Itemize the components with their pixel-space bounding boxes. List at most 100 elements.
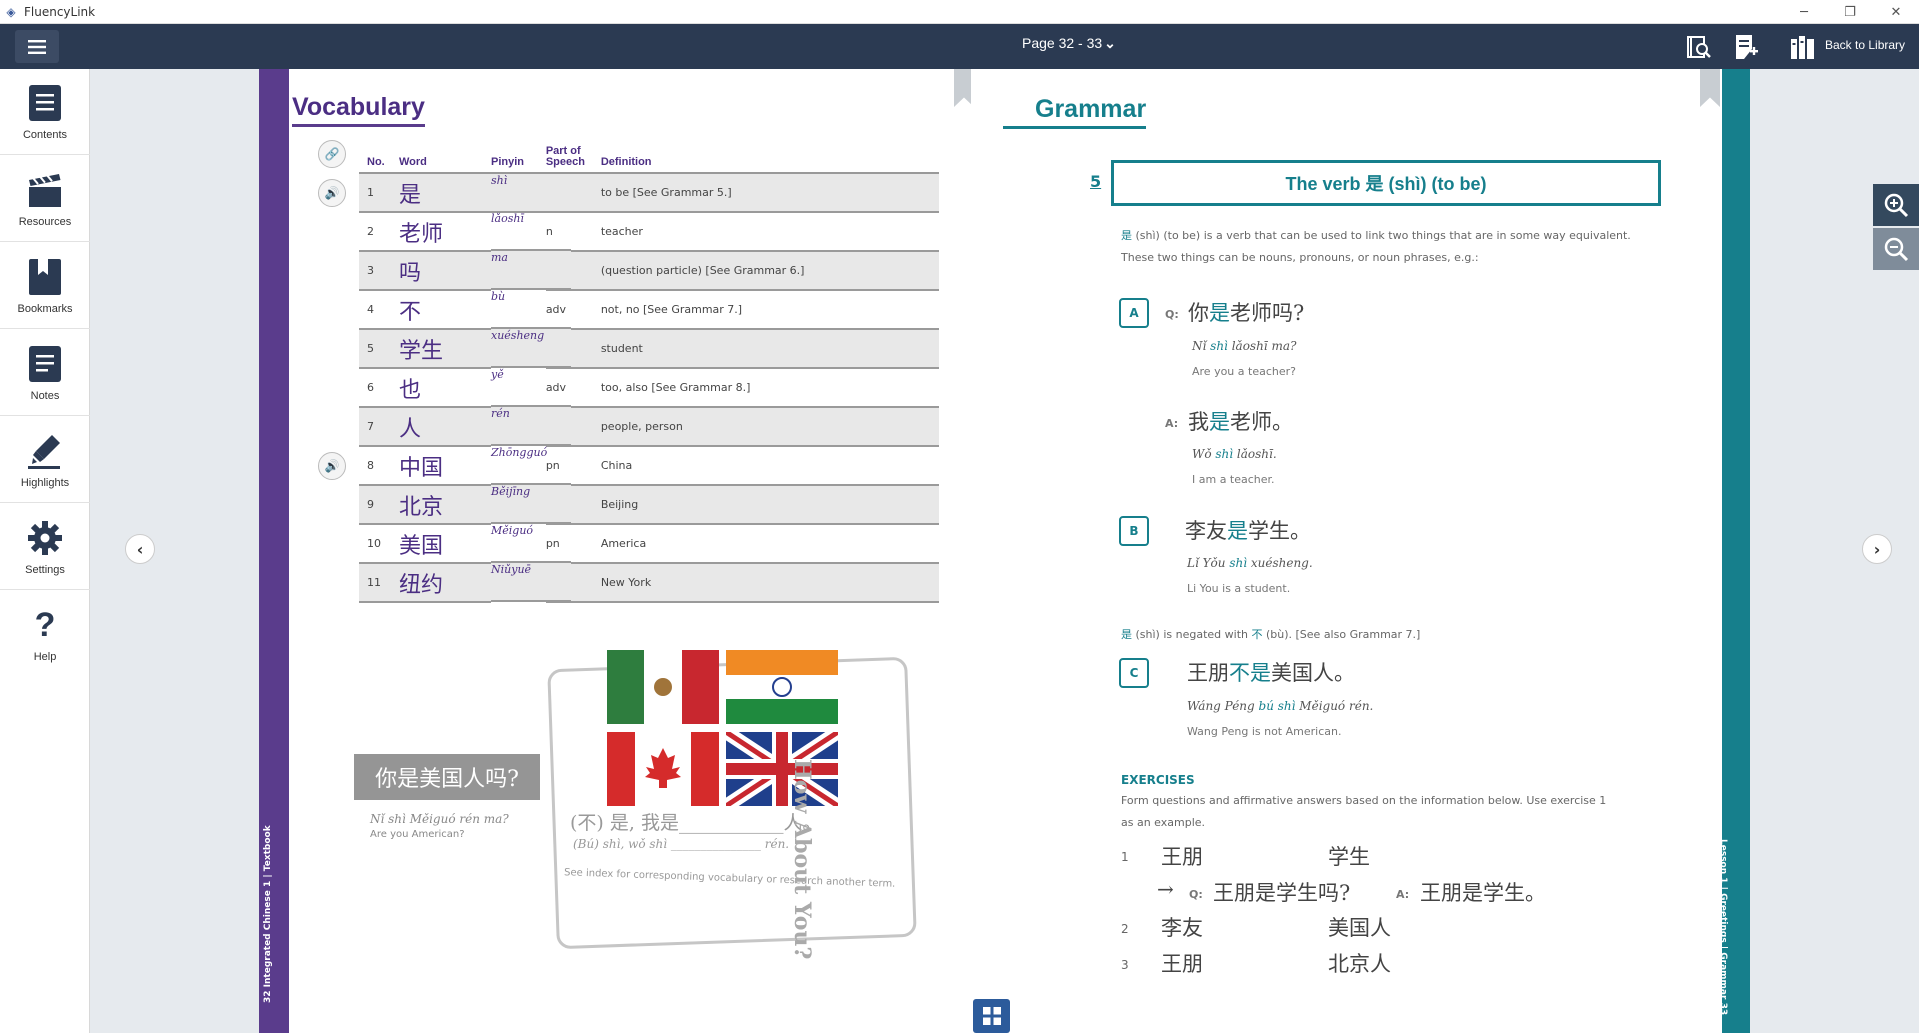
sidebar-item-contents[interactable]: Contents [0,69,90,155]
exercises-title: EXERCISES [1121,773,1195,787]
bookmark-icon [25,257,65,297]
grammar-number-link[interactable]: 5 [1090,172,1101,191]
library-books-icon [1791,36,1814,59]
row-word: 不 [399,290,491,330]
zoom-out-button[interactable] [1873,228,1919,270]
row-pinyin: bù [491,290,571,329]
sidebar-item-settings[interactable]: Settings [0,504,90,590]
sidebar-item-label: Highlights [20,477,70,489]
grammar-point-title: The verb 是 (shì) (to be) [1111,160,1661,206]
sidebar-item-label: Help [33,651,57,663]
audio-button[interactable]: 🔊 [318,452,346,480]
audio-button[interactable]: 🔊 [318,179,346,207]
row-no: 5 [359,329,399,369]
bookmark-ribbon-icon[interactable] [1700,69,1720,107]
row-no: 7 [359,407,399,447]
col-header-pos: Part of Speech [545,145,601,174]
window-titlebar: ◈ FluencyLink ─ ❐ ✕ [0,0,1919,24]
highlight-word: 是 [1121,229,1132,242]
row-definition: to be [See Grammar 5.] [600,173,939,213]
page-thumbnails-button[interactable] [973,999,1010,1033]
right-page-stripe: Lesson 1 | Greetings | Grammar 33 [1718,69,1750,1033]
notes-icon [25,344,65,384]
sidebar-item-bookmarks[interactable]: Bookmarks [0,243,90,329]
exercise-predicate: 北京人 [1328,952,1391,976]
sidebar-item-resources[interactable]: Resources [0,156,90,242]
col-header-definition: Definition [600,145,939,174]
link-button[interactable]: 🔗 [318,140,346,168]
add-note-button[interactable] [1728,29,1764,65]
sidebar-item-label: Notes [30,390,60,402]
table-row[interactable]: 6 也 yě adv too, also [See Grammar 8.] [359,368,939,408]
minimize-button[interactable]: ─ [1781,0,1827,24]
page-selector[interactable]: Page 32 - 33 ⌄ [1022,24,1116,62]
prev-page-button[interactable]: ‹ [125,534,155,564]
sidebar-item-label: Settings [25,564,65,576]
zoom-out-icon [1884,237,1909,262]
row-pinyin: Běijīng [491,485,571,524]
table-row[interactable]: 2 老师 lǎoshī n teacher [359,212,939,252]
bubble-pinyin: Nǐ shì Měiguó rén ma? [370,812,509,826]
menu-button[interactable] [15,30,59,63]
page-indicator-label: Page 32 - 33 [1022,35,1103,51]
gear-icon [25,518,65,558]
example-a-answer-zh: 我是老师。 [1188,410,1293,434]
next-page-button[interactable]: › [1862,534,1892,564]
table-header-row: No. Word Pinyin Part of Speech Definitio… [359,145,939,174]
grammar-intro-line2: These two things can be nouns, pronouns,… [1121,251,1479,264]
table-row[interactable]: 8 中国 Zhōngguó pn China [359,446,939,486]
exercises-intro-line1: Form questions and affirmative answers b… [1121,794,1607,807]
mexico-flag-image [607,650,719,724]
row-pinyin: xuésheng [491,329,571,368]
close-button[interactable]: ✕ [1873,0,1919,24]
row-no: 11 [359,563,399,603]
example-c-english: Wang Peng is not American. [1187,725,1342,738]
exercise-number: 3 [1121,958,1129,972]
zoom-in-button[interactable] [1873,184,1919,226]
exercise-number: 1 [1121,850,1129,864]
negation-note: 是 (shì) is negated with 不 (bù). [See als… [1121,628,1421,641]
library-button[interactable] [1785,29,1821,65]
exercise-number: 2 [1121,922,1129,936]
intro-text: (shì) (to be) is a verb that can be used… [1132,229,1631,242]
sidebar-item-highlights[interactable]: Highlights [0,417,90,503]
row-definition: New York [600,563,939,603]
sidebar-item-label: Bookmarks [17,303,73,315]
row-pinyin: Zhōngguó [491,446,571,485]
table-row[interactable]: 3吗maqp(question particle) [See Grammar 6… [359,251,939,291]
col-header-no: No. [359,145,399,174]
sidebar-item-help[interactable]: ? Help [0,591,90,677]
table-row[interactable]: 4 不 bù adv not, no [See Grammar 7.] [359,290,939,330]
table-row[interactable]: 10 美国 Měiguó pn America [359,524,939,564]
example-a-question-pinyin: Nǐ shì lǎoshī ma? [1192,339,1297,353]
exercise-predicate: 学生 [1328,845,1370,869]
row-no: 3 [359,251,399,291]
table-row[interactable]: 5学生xuéshengnstudent [359,329,939,369]
left-page: 32 Integrated Chinese 1 | Textbook Vocab… [259,69,974,1033]
row-definition: people, person [600,407,939,447]
row-pinyin: rén [491,407,571,446]
table-row[interactable]: 7人rénnpeople, person [359,407,939,447]
grammar-intro-line1: 是 (shì) (to be) is a verb that can be us… [1121,227,1631,243]
table-row[interactable]: 1是shìvto be [See Grammar 5.] [359,173,939,213]
bubble-english: Are you American? [370,829,465,840]
maximize-button[interactable]: ❐ [1827,0,1873,24]
sidebar-item-label: Contents [22,129,68,141]
exercise-predicate: 美国人 [1328,916,1391,940]
canada-flag-image [607,732,719,806]
back-to-library-link[interactable]: Back to Library [1825,38,1905,52]
search-book-button[interactable] [1681,29,1717,65]
row-pinyin: Měiguó [491,524,571,563]
table-row[interactable]: 11纽约NiǔyuēpnNew York [359,563,939,603]
example-a-answer-pinyin: Wǒ shì lǎoshī. [1192,447,1277,461]
row-no: 9 [359,485,399,525]
fill-in-chinese: (不) 是, 我是___________人。 [570,812,822,834]
row-definition: (question particle) [See Grammar 6.] [600,251,939,291]
grammar-title: Grammar [1003,95,1147,129]
table-row[interactable]: 9北京BěijīngpnBeijing [359,485,939,525]
row-definition: teacher [600,212,939,252]
answer-marker: A: [1165,417,1179,430]
example-b-zh: 李友是学生。 [1185,519,1311,543]
sidebar-item-notes[interactable]: Notes [0,330,90,416]
how-about-you-title: How About You? [789,759,815,960]
